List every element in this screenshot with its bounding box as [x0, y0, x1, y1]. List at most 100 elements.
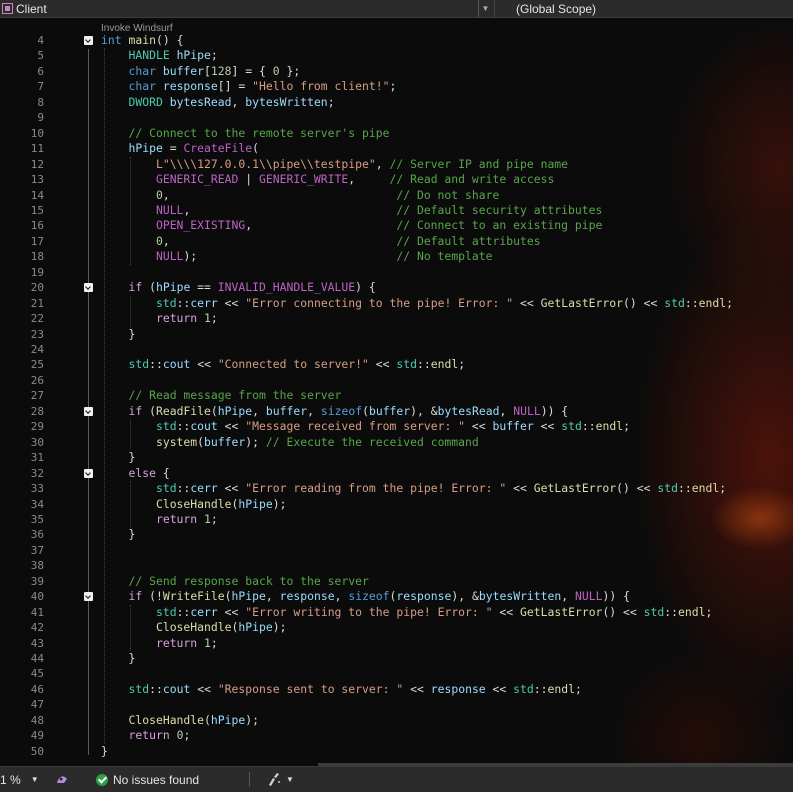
- code-line[interactable]: 12 L"\\\\127.0.0.1\\pipe\\testpipe", // …: [0, 157, 793, 172]
- code-token: );: [245, 434, 266, 449]
- code-line[interactable]: 40 if (!WriteFile(hPipe, response, sizeo…: [0, 589, 793, 604]
- code-token: // No template: [396, 249, 493, 264]
- code-token: std: [643, 604, 665, 619]
- code-line[interactable]: 18 NULL); // No template: [0, 249, 793, 264]
- project-dropdown[interactable]: Client: [0, 0, 490, 17]
- code-line[interactable]: 50}: [0, 744, 793, 759]
- code-text: }: [101, 651, 135, 666]
- code-line[interactable]: 10 // Connect to the remote server's pip…: [0, 126, 793, 141]
- intellicode-icon[interactable]: [55, 773, 69, 785]
- code-line[interactable]: 33 std::cerr << "Error reading from the …: [0, 481, 793, 496]
- fold-toggle-icon[interactable]: [84, 283, 93, 293]
- zoom-level: 1 %: [0, 772, 21, 787]
- chevron-down-icon[interactable]: ▼: [478, 0, 492, 17]
- code-line[interactable]: 46 std::cout << "Response sent to server…: [0, 682, 793, 697]
- code-line[interactable]: 47: [0, 697, 793, 712]
- code-line[interactable]: 37: [0, 543, 793, 558]
- code-line[interactable]: 15 NULL, // Default security attributes: [0, 203, 793, 218]
- code-line[interactable]: 44 }: [0, 651, 793, 666]
- code-token: DWORD: [128, 94, 170, 109]
- fold-toggle-icon[interactable]: [84, 592, 93, 602]
- code-line[interactable]: 34 CloseHandle(hPipe);: [0, 497, 793, 512]
- code-line[interactable]: 21 std::cerr << "Error connecting to the…: [0, 296, 793, 311]
- code-line[interactable]: 16 OPEN_EXISTING, // Connect to an exist…: [0, 218, 793, 233]
- code-line[interactable]: 24: [0, 342, 793, 357]
- code-line[interactable]: 6 char buffer[128] = { 0 };: [0, 64, 793, 79]
- code-line[interactable]: 27 // Read message from the server: [0, 388, 793, 403]
- issues-indicator[interactable]: No issues found: [96, 767, 199, 792]
- code-line[interactable]: 13 GENERIC_READ | GENERIC_WRITE, // Read…: [0, 172, 793, 187]
- code-line[interactable]: 31 }: [0, 450, 793, 465]
- code-line[interactable]: 28 if (ReadFile(hPipe, buffer, sizeof(bu…: [0, 404, 793, 419]
- code-text: GENERIC_READ | GENERIC_WRITE, // Read an…: [101, 172, 554, 187]
- code-line[interactable]: 4 int main() {: [0, 33, 793, 48]
- code-line[interactable]: 9: [0, 110, 793, 125]
- line-number: 11: [30, 142, 44, 156]
- line-number: 35: [30, 512, 44, 526]
- code-line[interactable]: 11 hPipe = CreateFile(: [0, 141, 793, 156]
- code-line[interactable]: 29 std::cout << "Message received from s…: [0, 419, 793, 434]
- code-line[interactable]: 26: [0, 373, 793, 388]
- horizontal-scrollbar[interactable]: [318, 763, 793, 766]
- code-line[interactable]: 5 HANDLE hPipe;: [0, 48, 793, 63]
- code-line[interactable]: 30 system(buffer); // Execute the receiv…: [0, 435, 793, 450]
- code-line[interactable]: 43 return 1;: [0, 636, 793, 651]
- line-number: 42: [30, 621, 44, 635]
- code-line[interactable]: 36 }: [0, 527, 793, 542]
- code-token: ;: [210, 635, 218, 650]
- code-editor[interactable]: Invoke Windsurf 4 int main() {5 HANDLE hP…: [0, 18, 793, 766]
- line-number: 20: [30, 281, 44, 295]
- code-token: ;: [210, 511, 218, 526]
- code-token: }: [101, 450, 136, 465]
- code-line[interactable]: 14 0, // Do not share: [0, 188, 793, 203]
- code-text: NULL); // No template: [101, 249, 493, 264]
- check-circle-icon: [96, 773, 108, 786]
- code-token: hPipe: [217, 403, 253, 418]
- code-text: else {: [101, 466, 170, 481]
- issues-text: No issues found: [113, 772, 200, 787]
- code-token: <<: [492, 604, 521, 619]
- code-token: endl: [547, 681, 576, 696]
- code-line[interactable]: 38: [0, 558, 793, 573]
- code-text: // Read message from the server: [101, 388, 341, 403]
- code-line[interactable]: 39 // Send response back to the server: [0, 574, 793, 589]
- code-line[interactable]: 41 std::cerr << "Error writing to the pi…: [0, 605, 793, 620]
- code-token: () <<: [623, 295, 665, 310]
- code-token: "Error connecting to the pipe! Error: ": [245, 295, 514, 310]
- code-line[interactable]: 17 0, // Default attributes: [0, 234, 793, 249]
- code-token: return: [155, 635, 205, 650]
- code-line[interactable]: 25 std::cout << "Connected to server!" <…: [0, 357, 793, 372]
- code-line[interactable]: 45: [0, 666, 793, 681]
- line-number: 39: [30, 574, 44, 588]
- code-token: ;: [183, 728, 191, 743]
- code-line[interactable]: 49 return 0;: [0, 728, 793, 743]
- code-line[interactable]: 32 else {: [0, 466, 793, 481]
- code-line[interactable]: 22 return 1;: [0, 311, 793, 326]
- code-line[interactable]: 19: [0, 265, 793, 280]
- code-token: std: [155, 604, 177, 619]
- code-line[interactable]: 48 CloseHandle(hPipe);: [0, 713, 793, 728]
- fold-toggle-icon[interactable]: [84, 36, 93, 45]
- code-line[interactable]: 35 return 1;: [0, 512, 793, 527]
- code-cleanup-dropdown[interactable]: ▼: [266, 767, 294, 792]
- code-token: 0: [155, 233, 163, 248]
- code-line[interactable]: 20 if (hPipe == INVALID_HANDLE_VALUE) {: [0, 280, 793, 295]
- scope-dropdown[interactable]: (Global Scope): [494, 0, 793, 17]
- code-line[interactable]: 7 char response[] = "Hello from client!"…: [0, 79, 793, 94]
- fold-toggle-icon[interactable]: [84, 468, 93, 478]
- code-token: )) {: [540, 403, 569, 418]
- code-line[interactable]: 23 }: [0, 327, 793, 342]
- line-number: 29: [30, 420, 44, 434]
- fold-toggle-icon[interactable]: [84, 406, 93, 416]
- code-line[interactable]: 42 CloseHandle(hPipe);: [0, 620, 793, 635]
- cpp-project-icon: [2, 3, 13, 14]
- code-line[interactable]: 8 DWORD bytesRead, bytesWritten;: [0, 95, 793, 110]
- code-token: ::: [417, 357, 431, 372]
- zoom-dropdown[interactable]: 1 % ▼: [0, 767, 88, 792]
